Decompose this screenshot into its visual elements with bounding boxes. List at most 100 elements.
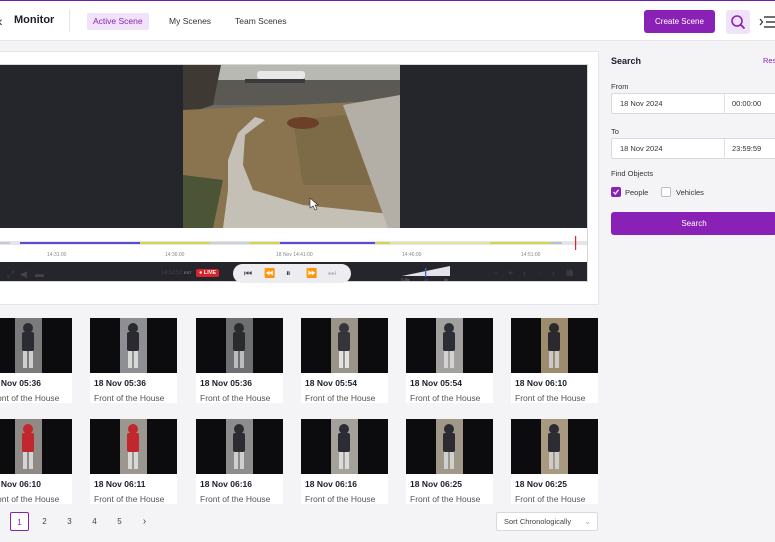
result-time: 18 Nov 06:10 bbox=[0, 479, 41, 489]
zoom-out-icon[interactable]: − bbox=[493, 267, 498, 279]
rewind-icon[interactable]: ⏪ bbox=[264, 267, 275, 279]
result-card[interactable]: 18 Nov 06:16 Front of the House bbox=[301, 419, 388, 504]
tab-active-scene[interactable]: Active Scene bbox=[87, 13, 149, 30]
result-location: Front of the House bbox=[200, 393, 271, 403]
sort-dropdown[interactable]: Sort Chronologically ⌄ bbox=[496, 512, 598, 531]
result-card[interactable]: 18 Nov 06:11 Front of the House bbox=[90, 419, 177, 504]
video-player-panel: 14:31:00 14:36:00 18 Nov 14:41:00 14:46:… bbox=[0, 51, 599, 305]
search-title: Search bbox=[611, 56, 642, 66]
result-thumbnail[interactable] bbox=[406, 318, 493, 373]
page-button[interactable]: 3 bbox=[60, 512, 79, 531]
to-date[interactable]: 18 Nov 2024 bbox=[620, 144, 663, 153]
vehicles-checkbox[interactable] bbox=[661, 187, 671, 197]
from-label: From bbox=[611, 82, 629, 91]
dot-icon[interactable]: · bbox=[539, 267, 542, 279]
result-location: Front of the House bbox=[305, 393, 376, 403]
tab-team-scenes[interactable]: Team Scenes bbox=[229, 13, 293, 30]
timeline-track[interactable] bbox=[0, 236, 587, 250]
result-location: Front of the House bbox=[94, 393, 165, 403]
result-thumbnail[interactable] bbox=[511, 318, 598, 373]
page-button[interactable]: 5 bbox=[110, 512, 129, 531]
to-time[interactable]: 23:59:59 bbox=[732, 144, 761, 153]
create-scene-button[interactable]: Create Scene bbox=[644, 10, 715, 33]
pause-icon[interactable]: ⏸ bbox=[286, 267, 291, 279]
from-time[interactable]: 00:00:00 bbox=[732, 99, 761, 108]
result-time: 18 Nov 05:36 bbox=[94, 378, 146, 388]
clip-icon[interactable]: ▬ bbox=[35, 268, 44, 280]
result-card[interactable]: 18 Nov 06:16 Front of the House bbox=[196, 419, 283, 504]
result-thumbnail[interactable] bbox=[301, 318, 388, 373]
zoom-in-icon[interactable]: + bbox=[508, 267, 513, 279]
result-time: 18 Nov 06:16 bbox=[200, 479, 252, 489]
reset-link[interactable]: Reset bbox=[763, 56, 775, 65]
result-thumbnail[interactable] bbox=[90, 318, 177, 373]
volume-icon[interactable]: ◀ bbox=[20, 268, 27, 280]
from-field[interactable]: 18 Nov 2024 00:00:00 bbox=[611, 93, 775, 114]
next-page-icon[interactable]: › bbox=[135, 512, 154, 531]
speed-label: 4x bbox=[444, 278, 448, 282]
tab-my-scenes[interactable]: My Scenes bbox=[163, 13, 217, 30]
result-card[interactable]: 18 Nov 06:25 Front of the House bbox=[406, 419, 493, 504]
timeline-tick: 14:46:00 bbox=[402, 252, 422, 258]
result-thumbnail[interactable] bbox=[511, 419, 598, 474]
result-thumbnail[interactable] bbox=[0, 419, 72, 474]
result-card[interactable]: 18 Nov 06:10 Front of the House bbox=[0, 419, 72, 504]
result-location: Front of the House bbox=[305, 494, 376, 504]
result-card[interactable]: 18 Nov 05:54 Front of the House bbox=[406, 318, 493, 403]
result-card[interactable]: 18 Nov 06:10 Front of the House bbox=[511, 318, 598, 403]
find-objects-label: Find Objects bbox=[611, 169, 654, 178]
result-card[interactable]: 18 Nov 05:36 Front of the House bbox=[0, 318, 72, 403]
timeline-tick: 14:51:00 bbox=[521, 252, 541, 258]
result-card[interactable]: 18 Nov 05:54 Front of the House bbox=[301, 318, 388, 403]
fast-forward-icon[interactable]: ⏩ bbox=[306, 267, 317, 279]
page-button[interactable]: 2 bbox=[35, 512, 54, 531]
result-thumbnail[interactable] bbox=[406, 419, 493, 474]
chevron-left-icon[interactable]: ‹ bbox=[523, 267, 526, 279]
from-date[interactable]: 18 Nov 2024 bbox=[620, 99, 663, 108]
video-frame: 14:31:00 14:36:00 18 Nov 14:41:00 14:46:… bbox=[0, 64, 588, 283]
to-field[interactable]: 18 Nov 2024 23:59:59 bbox=[611, 138, 775, 159]
timeline-tick: 14:36:00 bbox=[165, 252, 185, 258]
menu-icon bbox=[759, 16, 775, 28]
result-location: Front of the House bbox=[0, 393, 60, 403]
result-time: 18 Nov 05:36 bbox=[0, 378, 41, 388]
result-location: Front of the House bbox=[410, 393, 481, 403]
timeline[interactable]: 14:31:00 14:36:00 18 Nov 14:41:00 14:46:… bbox=[0, 228, 587, 262]
result-thumbnail[interactable] bbox=[301, 419, 388, 474]
live-badge[interactable]: ● LIVE bbox=[196, 269, 220, 277]
camera-feed-image[interactable] bbox=[183, 65, 400, 228]
result-time: 18 Nov 05:54 bbox=[410, 378, 462, 388]
chevron-down-icon: ⌄ bbox=[584, 517, 591, 526]
playback-bar: ⏮ ⏪ ⏸ ⏩ ⏭ bbox=[233, 264, 351, 283]
top-navigation: ‹ Monitor Active Scene My Scenes Team Sc… bbox=[0, 0, 775, 41]
result-thumbnail[interactable] bbox=[196, 318, 283, 373]
result-thumbnail[interactable] bbox=[90, 419, 177, 474]
vehicles-label[interactable]: Vehicles bbox=[676, 188, 704, 197]
skip-start-icon[interactable]: ⏮ bbox=[244, 267, 252, 279]
search-button[interactable] bbox=[726, 10, 750, 34]
search-submit-button[interactable]: Search bbox=[611, 212, 775, 235]
result-card[interactable]: 18 Nov 05:36 Front of the House bbox=[196, 318, 283, 403]
result-location: Front of the House bbox=[515, 494, 586, 504]
chevron-right-icon[interactable]: › bbox=[552, 267, 555, 279]
app-title: Monitor bbox=[14, 14, 55, 26]
fullscreen-icon[interactable]: ⤢ bbox=[7, 268, 14, 280]
result-time: 18 Nov 06:10 bbox=[515, 378, 567, 388]
result-thumbnail[interactable] bbox=[0, 318, 72, 373]
people-checkbox[interactable] bbox=[611, 187, 621, 197]
result-card[interactable]: 18 Nov 05:36 Front of the House bbox=[90, 318, 177, 403]
result-card[interactable]: 18 Nov 06:25 Front of the House bbox=[511, 419, 598, 504]
field-divider bbox=[724, 139, 725, 158]
people-label[interactable]: People bbox=[625, 188, 648, 197]
result-thumbnail[interactable] bbox=[196, 419, 283, 474]
page-button[interactable]: 4 bbox=[85, 512, 104, 531]
result-time: 18 Nov 06:25 bbox=[410, 479, 462, 489]
result-location: Front of the House bbox=[410, 494, 481, 504]
result-location: Front of the House bbox=[515, 393, 586, 403]
timeline-tick: 18 Nov 14:41:00 bbox=[276, 252, 313, 258]
back-chevron-icon[interactable]: ‹ bbox=[0, 13, 3, 29]
skip-end-icon[interactable]: ⏭ bbox=[328, 267, 336, 279]
page-button[interactable]: 1 bbox=[10, 512, 29, 531]
menu-button[interactable] bbox=[759, 13, 775, 31]
calendar-icon[interactable]: ▦ bbox=[566, 267, 574, 279]
